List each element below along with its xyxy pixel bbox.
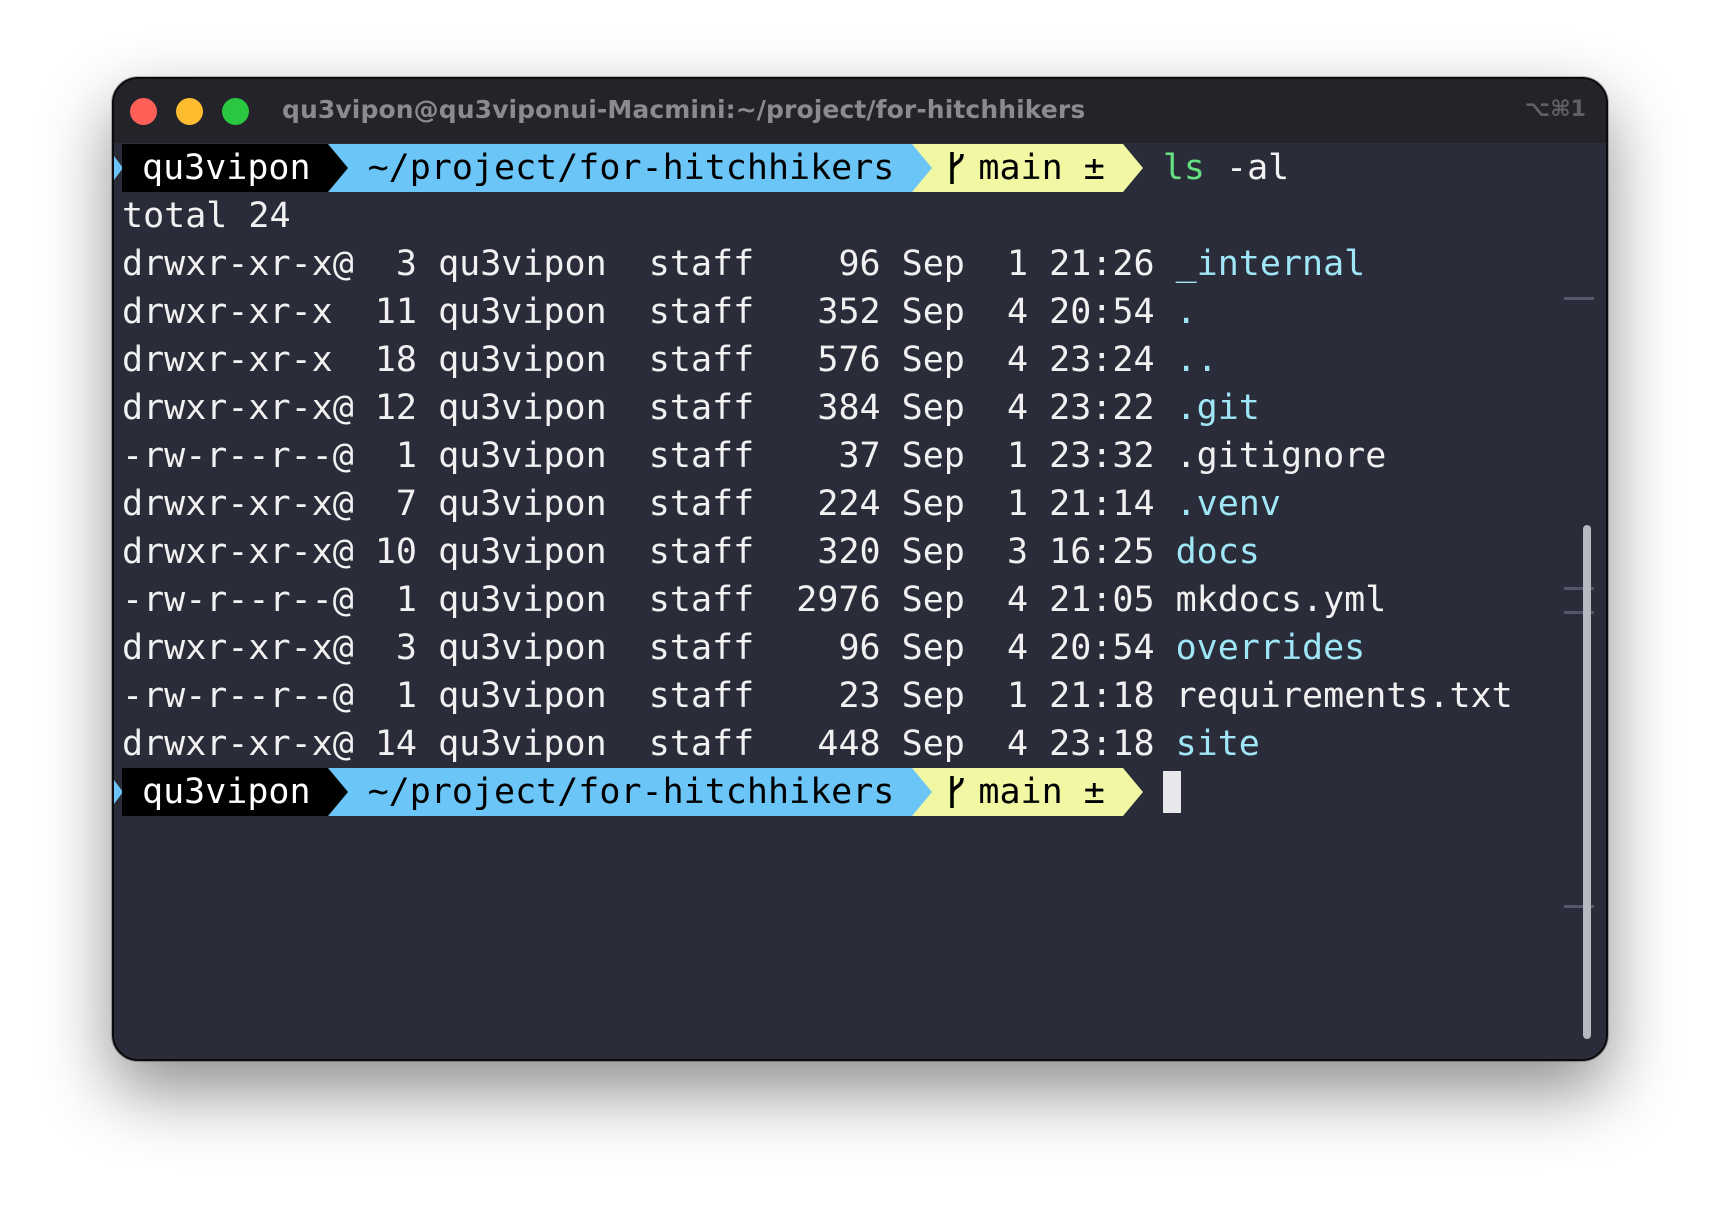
prompt-path: ~/project/for-hitchhikers xyxy=(347,768,913,816)
file-meta: drwxr-xr-x@ 12 qu3vipon staff 384 Sep 4 … xyxy=(122,388,1176,428)
listing-row: drwxr-xr-x@ 7 qu3vipon staff 224 Sep 1 2… xyxy=(122,480,1566,528)
file-meta: drwxr-xr-x 18 qu3vipon staff 576 Sep 4 2… xyxy=(122,340,1176,380)
output-total: total 24 xyxy=(122,196,291,236)
directory-name: . xyxy=(1175,292,1197,332)
file-name: requirements.txt xyxy=(1175,676,1513,716)
listing-row: drwxr-xr-x@ 14 qu3vipon staff 448 Sep 4 … xyxy=(122,720,1566,768)
file-meta: -rw-r--r--@ 1 qu3vipon staff 23 Sep 1 21… xyxy=(122,676,1176,716)
file-name: mkdocs.yml xyxy=(1175,580,1387,620)
directory-name: .venv xyxy=(1175,484,1281,524)
listing-row: drwxr-xr-x 18 qu3vipon staff 576 Sep 4 2… xyxy=(122,336,1566,384)
file-meta: drwxr-xr-x@ 3 qu3vipon staff 96 Sep 1 21… xyxy=(122,244,1176,284)
listing-row: -rw-r--r--@ 1 qu3vipon staff 2976 Sep 4 … xyxy=(122,576,1566,624)
segment-separator xyxy=(327,144,348,192)
window-title: qu3vipon@qu3viponui-Macmini:~/project/fo… xyxy=(282,95,1086,124)
prompt-line: qu3vipon ~/project/for-hitchhikers main … xyxy=(114,144,1566,192)
git-branch-icon xyxy=(950,776,965,808)
window-shortcut: ⌥⌘1 xyxy=(1524,97,1586,122)
segment-separator xyxy=(912,144,933,192)
listing-row: drwxr-xr-x@ 12 qu3vipon staff 384 Sep 4 … xyxy=(122,384,1566,432)
terminal-content[interactable]: qu3vipon ~/project/for-hitchhikers main … xyxy=(114,144,1566,1059)
listing-row: -rw-r--r--@ 1 qu3vipon staff 37 Sep 1 23… xyxy=(122,432,1566,480)
scroll-thumb[interactable] xyxy=(1583,525,1591,1039)
file-meta: -rw-r--r--@ 1 qu3vipon staff 2976 Sep 4 … xyxy=(122,580,1176,620)
prompt-user: qu3vipon xyxy=(122,768,328,816)
prompt-line: qu3vipon ~/project/for-hitchhikers main … xyxy=(114,768,1566,816)
listing-row: drwxr-xr-x 11 qu3vipon staff 352 Sep 4 2… xyxy=(122,288,1566,336)
directory-name: _internal xyxy=(1175,244,1366,284)
terminal-window: qu3vipon@qu3viponui-Macmini:~/project/fo… xyxy=(112,77,1608,1061)
segment-separator xyxy=(1122,768,1143,816)
listing-row: drwxr-xr-x@ 10 qu3vipon staff 320 Sep 3 … xyxy=(122,528,1566,576)
command-name: ls xyxy=(1162,148,1205,188)
file-meta: -rw-r--r--@ 1 qu3vipon staff 37 Sep 1 23… xyxy=(122,436,1176,476)
prompt-user: qu3vipon xyxy=(122,144,328,192)
directory-name: overrides xyxy=(1175,628,1366,668)
listing-row: drwxr-xr-x@ 3 qu3vipon staff 96 Sep 4 20… xyxy=(122,624,1566,672)
git-branch-icon xyxy=(950,152,965,184)
minimize-button[interactable] xyxy=(176,98,203,125)
segment-separator xyxy=(1122,144,1143,192)
git-branch-name: main ± xyxy=(978,772,1105,812)
close-button[interactable] xyxy=(130,98,157,125)
text-cursor[interactable] xyxy=(1162,771,1181,813)
directory-name: docs xyxy=(1175,532,1260,572)
file-meta: drwxr-xr-x@ 14 qu3vipon staff 448 Sep 4 … xyxy=(122,724,1176,764)
file-meta: drwxr-xr-x@ 10 qu3vipon staff 320 Sep 3 … xyxy=(122,532,1176,572)
segment-separator xyxy=(327,768,348,816)
directory-name: site xyxy=(1175,724,1260,764)
scroll-mark xyxy=(1564,297,1594,300)
prompt-path: ~/project/for-hitchhikers xyxy=(347,144,913,192)
directory-name: .. xyxy=(1175,340,1218,380)
file-name: .gitignore xyxy=(1175,436,1387,476)
file-meta: drwxr-xr-x@ 3 qu3vipon staff 96 Sep 4 20… xyxy=(122,628,1176,668)
prompt-git: main ± xyxy=(932,144,1123,192)
zoom-button[interactable] xyxy=(222,98,249,125)
directory-name: .git xyxy=(1175,388,1260,428)
listing: drwxr-xr-x@ 3 qu3vipon staff 96 Sep 1 21… xyxy=(122,240,1566,768)
file-meta: drwxr-xr-x@ 7 qu3vipon staff 224 Sep 1 2… xyxy=(122,484,1176,524)
listing-row: drwxr-xr-x@ 3 qu3vipon staff 96 Sep 1 21… xyxy=(122,240,1566,288)
prompt-git: main ± xyxy=(932,768,1123,816)
file-meta: drwxr-xr-x 11 qu3vipon staff 352 Sep 4 2… xyxy=(122,292,1176,332)
listing-row: -rw-r--r--@ 1 qu3vipon staff 23 Sep 1 21… xyxy=(122,672,1566,720)
command-args: -al xyxy=(1204,148,1290,188)
title-bar[interactable]: qu3vipon@qu3viponui-Macmini:~/project/fo… xyxy=(114,79,1606,143)
segment-separator xyxy=(912,768,933,816)
scrollbar[interactable] xyxy=(1564,145,1594,1045)
git-branch-name: main ± xyxy=(978,148,1105,188)
